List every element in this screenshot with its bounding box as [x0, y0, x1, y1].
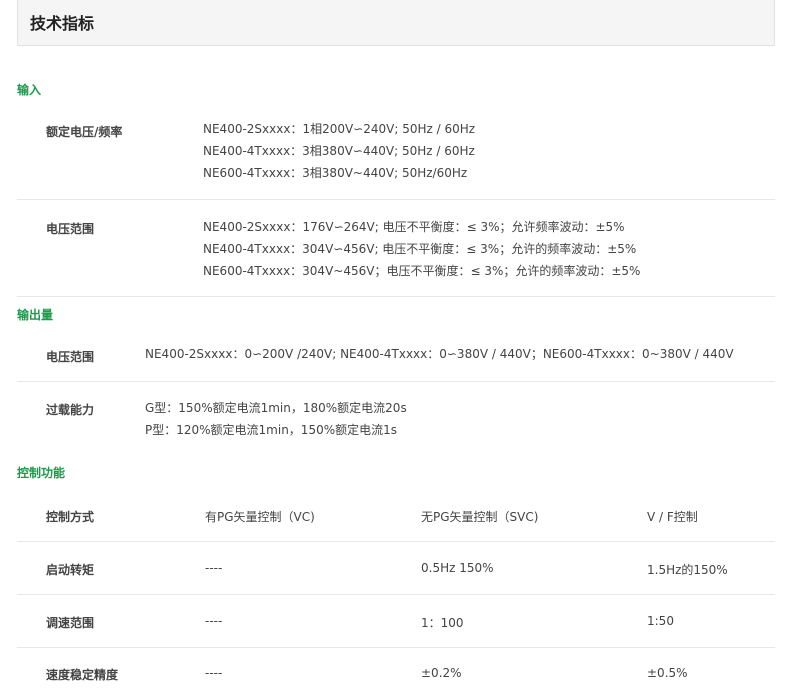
section-title-output: 输出量	[17, 308, 54, 322]
output-voltage-value: NE400-2Sxxxx：0∽200V /240V; NE400-4Txxxx：…	[145, 347, 734, 361]
control-header-svc: 无PG矢量控制（SVC)	[421, 510, 539, 524]
rated-voltage-line: NE600-4Txxxx：3相380V~440V; 50Hz/60Hz	[203, 166, 468, 180]
table-row-label: 启动转矩	[46, 563, 95, 577]
voltage-range-line: NE400-4Txxxx：304V∽456V; 电压不平衡度：≤ 3%；允许的频…	[203, 242, 637, 256]
table-cell: ----	[205, 561, 223, 575]
overload-line: G型：150%额定电流1min，180%额定电流20s	[145, 401, 407, 415]
table-row-label: 调速范围	[46, 616, 95, 630]
table-cell: 1.5Hz的150%	[647, 563, 728, 577]
voltage-range-line: NE600-4Txxxx：304V~456V；电压不平衡度：≤ 3%；允许的频率…	[203, 264, 641, 278]
output-voltage-label: 电压范围	[46, 350, 95, 364]
table-cell: ±0.2%	[421, 666, 462, 680]
divider	[17, 296, 775, 297]
table-cell: 0.5Hz 150%	[421, 561, 494, 575]
divider	[17, 647, 775, 648]
input-voltage-range-values: NE400-2Sxxxx：176V∽264V; 电压不平衡度：≤ 3%；允许频率…	[203, 216, 640, 282]
divider	[17, 594, 775, 595]
rated-voltage-label: 额定电压/频率	[46, 125, 123, 139]
table-cell: ----	[205, 614, 223, 628]
control-header-vf: V / F控制	[647, 510, 698, 524]
rated-voltage-line: NE400-2Sxxxx：1相200V∽240V; 50Hz / 60Hz	[203, 122, 476, 136]
control-header-vc: 有PG矢量控制（VC)	[205, 510, 315, 524]
overload-values: G型：150%额定电流1min，180%额定电流20s P型：120%额定电流1…	[145, 397, 407, 441]
divider	[17, 199, 775, 200]
page-header: 技术指标	[17, 0, 775, 46]
control-header-method: 控制方式	[46, 510, 95, 524]
divider	[17, 541, 775, 542]
rated-voltage-line: NE400-4Txxxx：3相380V∽440V; 50Hz / 60Hz	[203, 144, 475, 158]
table-cell: 1:50	[647, 614, 674, 628]
overload-line: P型：120%额定电流1min，150%额定电流1s	[145, 423, 398, 437]
overload-label: 过载能力	[46, 403, 95, 417]
page-title: 技术指标	[30, 14, 95, 33]
table-cell: ----	[205, 666, 223, 680]
voltage-range-line: NE400-2Sxxxx：176V∽264V; 电压不平衡度：≤ 3%；允许频率…	[203, 220, 625, 234]
section-title-control: 控制功能	[17, 466, 66, 480]
table-row-label: 速度稳定精度	[46, 668, 119, 682]
section-title-input: 输入	[17, 83, 42, 97]
input-voltage-range-label: 电压范围	[46, 222, 95, 236]
table-cell: ±0.5%	[647, 666, 688, 680]
rated-voltage-values: NE400-2Sxxxx：1相200V∽240V; 50Hz / 60Hz NE…	[203, 118, 475, 184]
table-cell: 1：100	[421, 616, 464, 630]
divider	[17, 381, 775, 382]
